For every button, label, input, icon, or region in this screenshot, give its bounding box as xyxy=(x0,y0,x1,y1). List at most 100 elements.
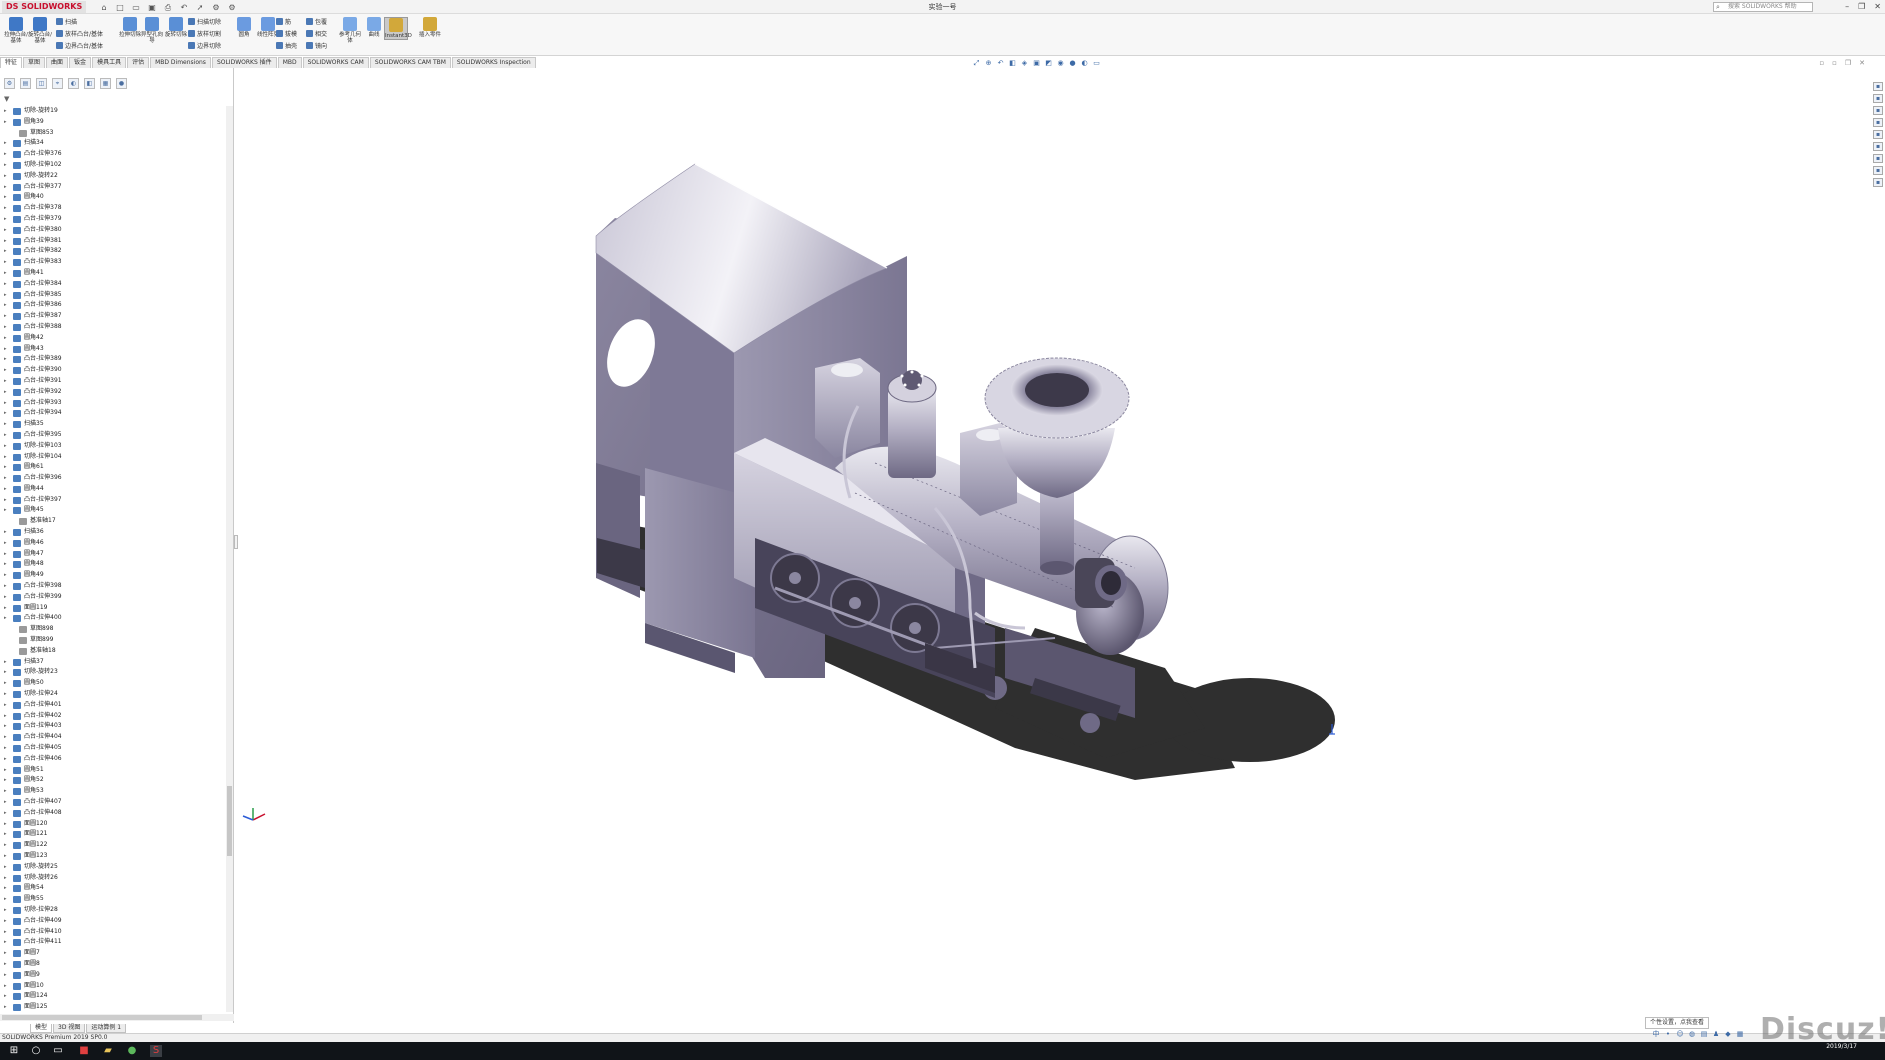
tree-item[interactable]: ▸ 凸台-拉伸384 xyxy=(0,279,226,290)
emoji-icon[interactable]: ☺ xyxy=(1676,1030,1684,1038)
mic-icon[interactable]: ◍ xyxy=(1688,1030,1696,1038)
edit-appearance-icon[interactable]: ● xyxy=(1068,59,1077,68)
expand-arrow-icon[interactable]: ▸ xyxy=(4,851,7,862)
expand-arrow-icon[interactable]: ▸ xyxy=(4,408,7,419)
tree-item[interactable]: ▸ 凸台-拉伸393 xyxy=(0,398,226,409)
expand-arrow-icon[interactable]: ▸ xyxy=(4,559,7,570)
tree-item[interactable]: ▸ 圆角55 xyxy=(0,894,226,905)
expand-arrow-icon[interactable]: ▸ xyxy=(4,473,7,484)
tree-item[interactable]: ▸草图899 xyxy=(0,635,226,646)
view-palette-icon[interactable]: ▪ xyxy=(1873,130,1883,139)
ribbon-button-8[interactable]: 曲线 xyxy=(362,17,386,38)
tree-item[interactable]: ▸草图853 xyxy=(0,128,226,139)
expand-arrow-icon[interactable]: ▸ xyxy=(4,959,7,970)
expand-arrow-icon[interactable]: ▸ xyxy=(4,603,7,614)
viewport-tile-icon[interactable]: ▫ xyxy=(1832,59,1837,67)
zoom-area-icon[interactable]: ⊕ xyxy=(984,59,993,68)
expand-arrow-icon[interactable]: ▸ xyxy=(4,365,7,376)
tree-item[interactable]: ▸ 面圆119 xyxy=(0,603,226,614)
tab-10[interactable]: SOLIDWORKS CAM TBM xyxy=(369,57,451,68)
start-icon[interactable]: ⊞ xyxy=(8,1045,20,1057)
tree-item[interactable]: ▸ 面圆120 xyxy=(0,819,226,830)
tab-11[interactable]: SOLIDWORKS Inspection xyxy=(451,57,536,68)
expand-arrow-icon[interactable]: ▸ xyxy=(4,538,7,549)
tree-item[interactable]: ▸ 面圆9 xyxy=(0,970,226,981)
tree-item[interactable]: ▸ 切除-拉伸28 xyxy=(0,905,226,916)
expand-arrow-icon[interactable]: ▸ xyxy=(4,592,7,603)
ribbon-button-10[interactable]: 插入零件 xyxy=(418,17,442,38)
tree-item[interactable]: ▸ 凸台-拉伸402 xyxy=(0,711,226,722)
ribbon-small-small_col3-0[interactable]: 筋 xyxy=(276,18,291,27)
tree-item[interactable]: ▸ 圆角46 xyxy=(0,538,226,549)
user-icon[interactable]: ♟ xyxy=(1712,1030,1720,1038)
chrome-icon[interactable]: ● xyxy=(126,1045,138,1057)
expand-arrow-icon[interactable]: ▸ xyxy=(4,387,7,398)
shirt-icon[interactable]: ◆ xyxy=(1724,1030,1732,1038)
tree-item[interactable]: ▸ 扫描34 xyxy=(0,138,226,149)
ribbon-small-small_col4-1[interactable]: 相交 xyxy=(306,30,327,39)
folder-icon[interactable]: ▰ xyxy=(102,1045,114,1057)
filter-icon[interactable]: ▼ xyxy=(4,95,9,103)
tree-item[interactable]: ▸ 面圆10 xyxy=(0,981,226,992)
expand-arrow-icon[interactable]: ▸ xyxy=(4,743,7,754)
tree-hscroll-thumb[interactable] xyxy=(2,1015,202,1020)
view-settings-icon[interactable]: ▭ xyxy=(1092,59,1101,68)
ribbon-small-small_col4-0[interactable]: 包覆 xyxy=(306,18,327,27)
tree-item[interactable]: ▸ 圆角49 xyxy=(0,570,226,581)
expand-arrow-icon[interactable]: ▸ xyxy=(4,1002,7,1012)
dynamic-annotation-icon[interactable]: ◈ xyxy=(1020,59,1029,68)
expand-arrow-icon[interactable]: ▸ xyxy=(4,905,7,916)
rebuild-icon[interactable]: ⚙ xyxy=(210,1,222,13)
tree-item[interactable]: ▸ 圆角39 xyxy=(0,117,226,128)
tree-item[interactable]: ▸ 凸台-拉伸405 xyxy=(0,743,226,754)
hide-show-icon[interactable]: ◉ xyxy=(1056,59,1065,68)
expand-arrow-icon[interactable]: ▸ xyxy=(4,311,7,322)
expand-arrow-icon[interactable]: ▸ xyxy=(4,797,7,808)
expand-arrow-icon[interactable]: ▸ xyxy=(4,225,7,236)
select-icon[interactable]: ➚ xyxy=(194,1,206,13)
tree-item[interactable]: ▸ 凸台-拉伸389 xyxy=(0,354,226,365)
expand-arrow-icon[interactable]: ▸ xyxy=(4,916,7,927)
tree-item[interactable]: ▸ 切除-拉伸104 xyxy=(0,452,226,463)
tree-item[interactable]: ▸ 凸台-拉伸399 xyxy=(0,592,226,603)
tree-item[interactable]: ▸ 凸台-拉伸379 xyxy=(0,214,226,225)
personalize-tip[interactable]: 个性设置，点我查看 xyxy=(1645,1017,1710,1029)
section-view-icon[interactable]: ◧ xyxy=(1008,59,1017,68)
tree-item[interactable]: ▸ 切除-旋转22 xyxy=(0,171,226,182)
tree-item[interactable]: ▸ 圆角51 xyxy=(0,765,226,776)
expand-arrow-icon[interactable]: ▸ xyxy=(4,246,7,257)
tree-item[interactable]: ▸ 凸台-拉伸378 xyxy=(0,203,226,214)
expand-arrow-icon[interactable]: ▸ xyxy=(4,667,7,678)
expand-arrow-icon[interactable]: ▸ xyxy=(4,495,7,506)
tab-6[interactable]: MBD Dimensions xyxy=(150,57,211,68)
expand-arrow-icon[interactable]: ▸ xyxy=(4,711,7,722)
tree-item[interactable]: ▸ 凸台-拉伸396 xyxy=(0,473,226,484)
tree-item[interactable]: ▸ 凸台-拉伸401 xyxy=(0,700,226,711)
tree-vertical-scrollbar[interactable] xyxy=(226,106,233,1012)
tree-item[interactable]: ▸ 凸台-拉伸398 xyxy=(0,581,226,592)
expand-arrow-icon[interactable]: ▸ xyxy=(4,236,7,247)
tree-item[interactable]: ▸ 凸台-拉伸394 xyxy=(0,408,226,419)
ribbon-small-small_col2-0[interactable]: 扫描切除 xyxy=(188,18,221,27)
property-tab-icon[interactable]: ▤ xyxy=(20,78,31,89)
task-view-icon[interactable]: ▭ xyxy=(52,1045,64,1057)
expand-arrow-icon[interactable]: ▸ xyxy=(4,700,7,711)
tree-item[interactable]: ▸ 面圆7 xyxy=(0,948,226,959)
tree-item[interactable]: ▸ 凸台-拉伸397 xyxy=(0,495,226,506)
custom-props-icon[interactable]: ▪ xyxy=(1873,154,1883,163)
ribbon-small-small_col1-0[interactable]: 扫描 xyxy=(56,18,77,27)
bottom-tab-2[interactable]: 运动算例 1 xyxy=(86,1024,127,1033)
tree-item[interactable]: ▸ 圆角54 xyxy=(0,883,226,894)
expand-arrow-icon[interactable]: ▸ xyxy=(4,354,7,365)
expand-arrow-icon[interactable]: ▸ xyxy=(4,808,7,819)
tree-item[interactable]: ▸ 圆角41 xyxy=(0,268,226,279)
expand-arrow-icon[interactable]: ▸ xyxy=(4,160,7,171)
options-icon[interactable]: ⚙ xyxy=(226,1,238,13)
tree-item[interactable]: ▸ 凸台-拉伸409 xyxy=(0,916,226,927)
tree-item[interactable]: ▸ 切除-拉伸102 xyxy=(0,160,226,171)
tree-item[interactable]: ▸ 凸台-拉伸387 xyxy=(0,311,226,322)
expand-arrow-icon[interactable]: ▸ xyxy=(4,894,7,905)
ribbon-button-9[interactable]: Instant3D xyxy=(384,17,412,40)
zoom-to-fit-icon[interactable]: ⤢ xyxy=(972,59,981,68)
tree-item[interactable]: ▸ 圆角42 xyxy=(0,333,226,344)
